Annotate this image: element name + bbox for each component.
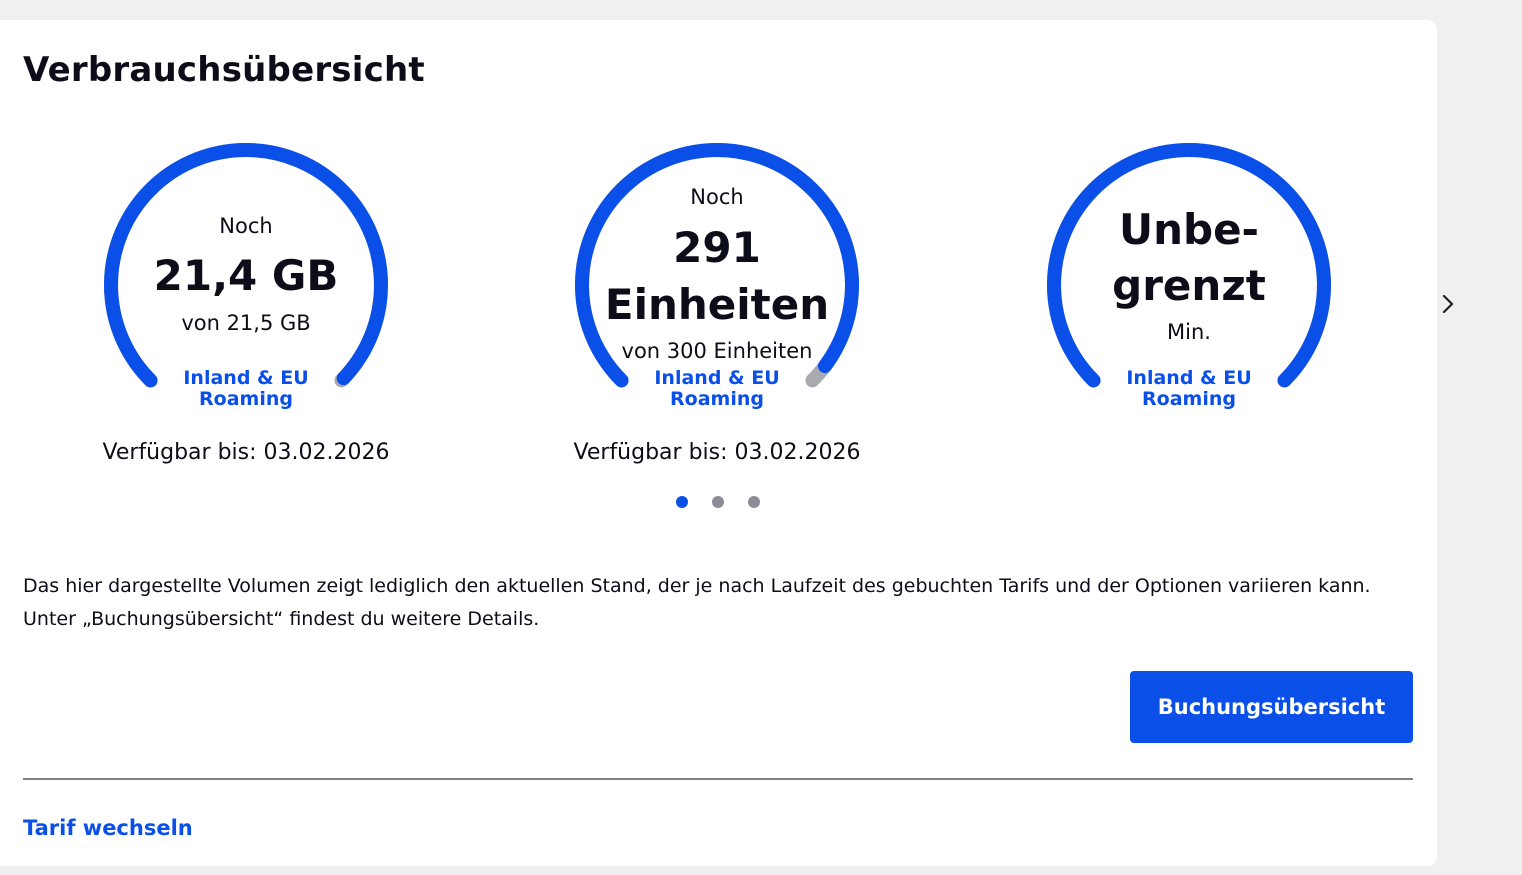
gauge-units-total: von 300 Einheiten [621, 339, 813, 363]
change-tariff-link[interactable]: Tarif wechseln [23, 816, 193, 840]
gauge-minutes-unit: Min. [1167, 320, 1211, 344]
gauge-data-scope-line1: Inland & EU [183, 367, 309, 389]
chevron-right-icon[interactable] [1436, 290, 1460, 318]
gauge-minutes-value-line1: Unbe- [1119, 205, 1259, 254]
gauge-minutes-scope-line1: Inland & EU [1126, 367, 1252, 389]
gauge-data-value: 21,4 GB [153, 251, 339, 300]
gauge-units-value-line1: 291 [673, 223, 761, 272]
gauge-data-scope-line2: Roaming [199, 388, 293, 410]
carousel-dot-3[interactable] [748, 496, 760, 508]
gauge-units-valid-until: Verfügbar bis: 03.02.2026 [573, 440, 861, 465]
gauge-units-scope-line1: Inland & EU [654, 367, 780, 389]
gauge-data: Noch 21,4 GB von 21,5 GB Inland & EU Roa… [101, 140, 391, 480]
divider [23, 778, 1413, 780]
gauge-minutes-scope-line2: Roaming [1142, 388, 1236, 410]
gauge-minutes-value-line2: grenzt [1112, 261, 1266, 310]
carousel-dot-1[interactable] [676, 496, 688, 508]
gauge-data-total: von 21,5 GB [181, 311, 311, 335]
carousel-dot-2[interactable] [712, 496, 724, 508]
gauge-units-value-line2: Einheiten [604, 280, 830, 329]
gauge-data-valid-until: Verfügbar bis: 03.02.2026 [102, 440, 390, 465]
gauge-units-scope-line2: Roaming [670, 388, 764, 410]
gauge-minutes: Unbe- grenzt Min. Inland & EU Roaming [1044, 140, 1334, 480]
usage-note: Das hier dargestellte Volumen zeigt ledi… [23, 575, 1371, 630]
gauge-units-prefix: Noch [690, 185, 744, 209]
page-title: Verbrauchsübersicht [23, 50, 425, 90]
booking-overview-button[interactable]: Buchungsübersicht [1130, 671, 1413, 743]
gauge-units: Noch 291 Einheiten von 300 Einheiten Inl… [572, 140, 862, 480]
gauge-data-prefix: Noch [219, 214, 273, 238]
